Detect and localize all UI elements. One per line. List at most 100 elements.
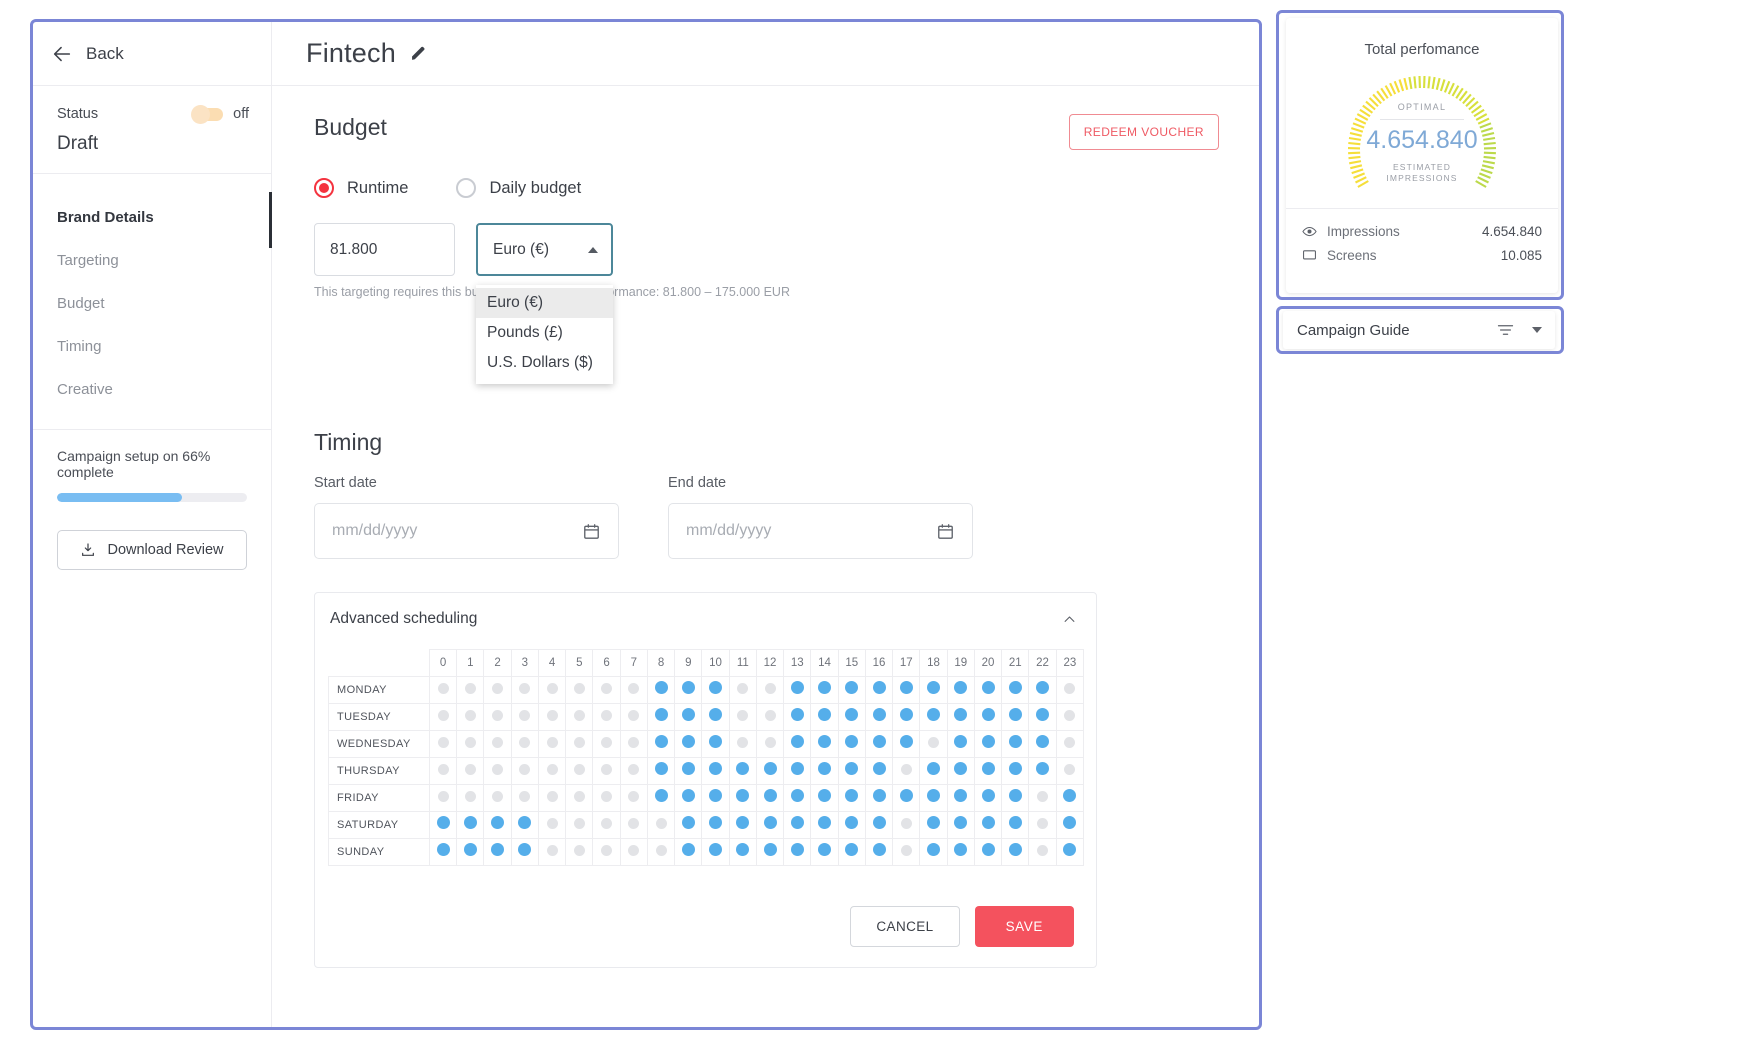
schedule-cell[interactable] xyxy=(510,784,539,812)
currency-option-usd[interactable]: U.S. Dollars ($) xyxy=(476,348,613,378)
schedule-cell[interactable] xyxy=(483,730,512,758)
status-toggle[interactable] xyxy=(191,104,224,124)
schedule-cell[interactable] xyxy=(755,676,785,704)
sidebar-item-creative[interactable]: Creative xyxy=(33,368,271,411)
schedule-cell[interactable] xyxy=(837,757,866,785)
budget-amount-input[interactable]: 81.800 xyxy=(314,223,455,276)
schedule-cell[interactable] xyxy=(1028,784,1057,812)
schedule-cell[interactable] xyxy=(755,730,785,758)
schedule-cell[interactable] xyxy=(483,838,512,866)
schedule-cell[interactable] xyxy=(973,703,1003,731)
schedule-cell[interactable] xyxy=(701,838,730,866)
sidebar-item-budget[interactable]: Budget xyxy=(33,282,271,325)
schedule-cell[interactable] xyxy=(565,757,594,785)
sidebar-item-brand-details[interactable]: Brand Details xyxy=(33,196,271,239)
schedule-cell[interactable] xyxy=(919,838,948,866)
advanced-scheduling-header[interactable]: Advanced scheduling xyxy=(315,593,1096,645)
schedule-cell[interactable] xyxy=(456,730,485,758)
schedule-cell[interactable] xyxy=(783,838,812,866)
schedule-cell[interactable] xyxy=(783,757,812,785)
schedule-cell[interactable] xyxy=(946,703,975,731)
schedule-cell[interactable] xyxy=(1001,730,1030,758)
schedule-cell[interactable] xyxy=(592,811,621,839)
schedule-cell[interactable] xyxy=(783,730,812,758)
schedule-cell[interactable] xyxy=(892,838,921,866)
schedule-cell[interactable] xyxy=(565,838,594,866)
schedule-cell[interactable] xyxy=(1055,730,1085,758)
schedule-cell[interactable] xyxy=(946,811,975,839)
download-review-button[interactable]: Download Review xyxy=(57,530,247,570)
currency-option-euro[interactable]: Euro (€) xyxy=(476,288,613,318)
schedule-cell[interactable] xyxy=(892,730,921,758)
schedule-cell[interactable] xyxy=(428,703,458,731)
radio-option-daily-budget[interactable]: Daily budget xyxy=(456,178,581,198)
schedule-cell[interactable] xyxy=(728,838,757,866)
schedule-cell[interactable] xyxy=(619,784,648,812)
schedule-cell[interactable] xyxy=(973,838,1003,866)
schedule-cell[interactable] xyxy=(646,730,676,758)
schedule-cell[interactable] xyxy=(1001,757,1030,785)
schedule-cell[interactable] xyxy=(892,811,921,839)
schedule-cell[interactable] xyxy=(619,811,648,839)
schedule-cell[interactable] xyxy=(537,730,567,758)
schedule-cell[interactable] xyxy=(456,757,485,785)
schedule-cell[interactable] xyxy=(510,703,539,731)
schedule-cell[interactable] xyxy=(864,811,894,839)
schedule-cell[interactable] xyxy=(701,730,730,758)
end-date-input[interactable]: mm/dd/yyyy xyxy=(668,503,973,559)
schedule-cell[interactable] xyxy=(728,676,757,704)
schedule-cell[interactable] xyxy=(428,838,458,866)
schedule-cell[interactable] xyxy=(946,676,975,704)
schedule-cell[interactable] xyxy=(864,703,894,731)
schedule-cell[interactable] xyxy=(837,730,866,758)
schedule-cell[interactable] xyxy=(755,757,785,785)
schedule-cell[interactable] xyxy=(810,757,839,785)
schedule-cell[interactable] xyxy=(565,703,594,731)
schedule-cell[interactable] xyxy=(837,703,866,731)
radio-runtime-icon[interactable] xyxy=(314,178,334,198)
schedule-cell[interactable] xyxy=(755,811,785,839)
currency-select[interactable]: Euro (€) xyxy=(476,223,613,276)
chevron-up-icon[interactable] xyxy=(1062,612,1077,627)
schedule-cell[interactable] xyxy=(1055,838,1085,866)
schedule-cell[interactable] xyxy=(619,838,648,866)
schedule-cell[interactable] xyxy=(428,676,458,704)
schedule-cell[interactable] xyxy=(565,730,594,758)
schedule-cell[interactable] xyxy=(973,730,1003,758)
schedule-cell[interactable] xyxy=(728,730,757,758)
schedule-cell[interactable] xyxy=(510,676,539,704)
schedule-cell[interactable] xyxy=(619,757,648,785)
schedule-cell[interactable] xyxy=(783,676,812,704)
schedule-cell[interactable] xyxy=(619,676,648,704)
schedule-cell[interactable] xyxy=(1001,838,1030,866)
schedule-cell[interactable] xyxy=(783,811,812,839)
schedule-cell[interactable] xyxy=(1028,676,1057,704)
schedule-cell[interactable] xyxy=(1028,757,1057,785)
schedule-cell[interactable] xyxy=(864,784,894,812)
schedule-cell[interactable] xyxy=(728,757,757,785)
schedule-grid[interactable]: 0 1 2 3 4 5 6 7 8 9 10 11 12 13 14 15 16 17 18 19 20 21 22 23 MO… xyxy=(328,649,1085,866)
schedule-cell[interactable] xyxy=(919,784,948,812)
schedule-cell[interactable] xyxy=(755,703,785,731)
radio-daily-budget-icon[interactable] xyxy=(456,178,477,198)
schedule-cell[interactable] xyxy=(592,676,621,704)
schedule-cell[interactable] xyxy=(783,703,812,731)
schedule-cell[interactable] xyxy=(565,811,594,839)
schedule-cell[interactable] xyxy=(892,757,921,785)
schedule-cell[interactable] xyxy=(783,784,812,812)
schedule-cell[interactable] xyxy=(483,757,512,785)
schedule-cell[interactable] xyxy=(510,811,539,839)
schedule-cell[interactable] xyxy=(619,730,648,758)
schedule-cell[interactable] xyxy=(510,730,539,758)
schedule-cell[interactable] xyxy=(1055,757,1085,785)
chevron-down-icon[interactable] xyxy=(1532,327,1542,333)
schedule-cell[interactable] xyxy=(701,811,730,839)
schedule-cell[interactable] xyxy=(646,676,676,704)
radio-option-runtime[interactable]: Runtime xyxy=(314,178,408,198)
schedule-cell[interactable] xyxy=(674,703,703,731)
schedule-cell[interactable] xyxy=(1001,676,1030,704)
schedule-cell[interactable] xyxy=(1001,811,1030,839)
schedule-cell[interactable] xyxy=(428,784,458,812)
schedule-cell[interactable] xyxy=(510,757,539,785)
schedule-cell[interactable] xyxy=(674,784,703,812)
